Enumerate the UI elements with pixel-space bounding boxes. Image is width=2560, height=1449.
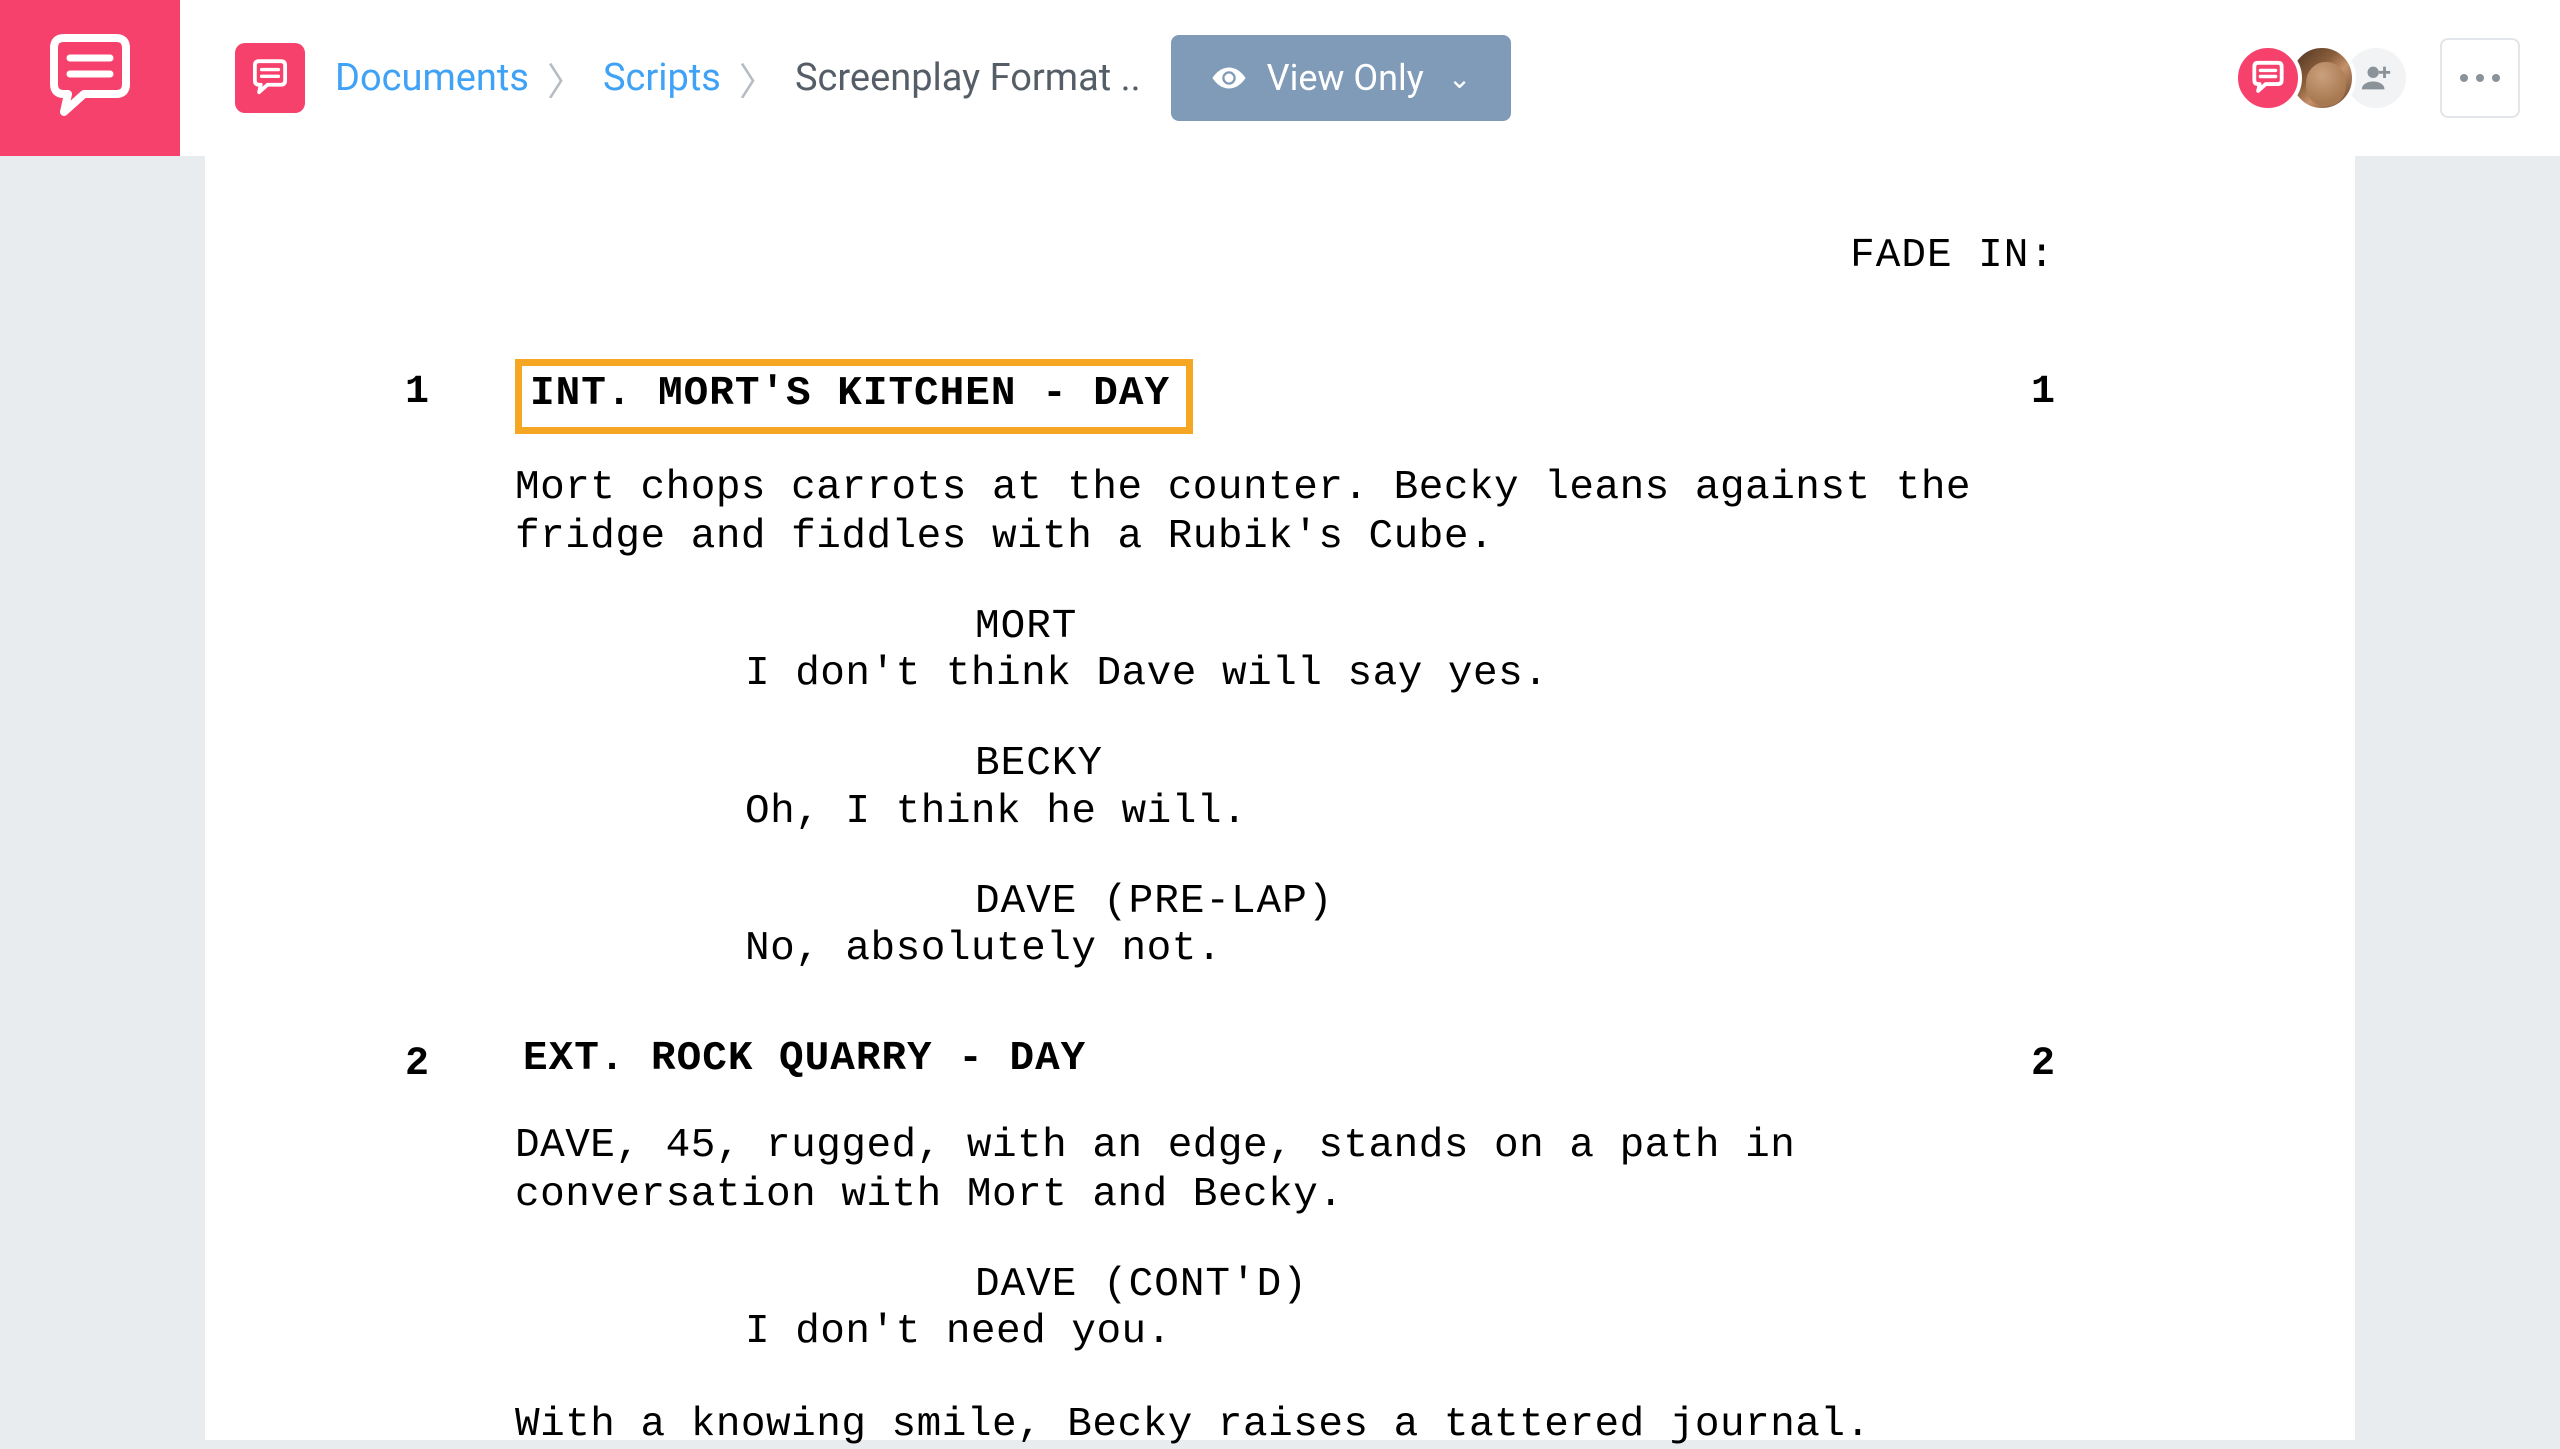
scene-heading-row: 1 INT. MORT'S KITCHEN - DAY 1 — [405, 359, 2155, 434]
chevron-right-icon: 〉 — [739, 51, 777, 106]
eye-icon — [1211, 60, 1247, 96]
view-mode-label: View Only — [1267, 57, 1424, 99]
breadcrumb-current: Screenplay Format .. — [795, 56, 1141, 100]
character-cue: DAVE (PRE-LAP) — [975, 880, 2155, 925]
action-text: Mort chops carrots at the counter. Becky… — [515, 464, 2015, 561]
dialogue-text: Oh, I think he will. — [745, 788, 1675, 836]
scene-heading-row: 2 EXT. ROCK QUARRY - DAY 2 — [405, 1031, 2155, 1092]
scene-block: 1 INT. MORT'S KITCHEN - DAY 1 Mort chops… — [405, 359, 2155, 973]
script-page: FADE IN: 1 INT. MORT'S KITCHEN - DAY 1 M… — [205, 156, 2355, 1440]
scene-heading[interactable]: EXT. ROCK QUARRY - DAY — [515, 1031, 1102, 1092]
breadcrumb: Documents 〉 Scripts 〉 Screenplay Format … — [335, 51, 1141, 106]
chevron-down-icon: ⌄ — [1448, 62, 1471, 95]
scene-number-right: 1 — [2031, 359, 2155, 415]
action-text: DAVE, 45, rugged, with an edge, stands o… — [515, 1122, 2015, 1219]
app-logo[interactable] — [0, 0, 180, 156]
more-options-button[interactable] — [2440, 38, 2520, 118]
character-cue: BECKY — [975, 742, 2155, 787]
view-mode-button[interactable]: View Only ⌄ — [1171, 35, 1512, 121]
chat-bubble-icon — [40, 28, 140, 128]
chat-bubble-icon — [249, 57, 291, 99]
chat-bubble-icon — [2249, 59, 2287, 97]
fade-in-text: FADE IN: — [405, 234, 2155, 279]
top-toolbar: Documents 〉 Scripts 〉 Screenplay Format … — [0, 0, 2560, 156]
more-horizontal-icon — [2460, 74, 2500, 82]
avatar-app — [2234, 44, 2302, 112]
character-cue: DAVE (CONT'D) — [975, 1263, 2155, 1308]
dialogue-text: No, absolutely not. — [745, 925, 1675, 973]
breadcrumb-scripts[interactable]: Scripts — [603, 56, 721, 100]
scene-number-left: 2 — [405, 1031, 515, 1087]
breadcrumb-documents[interactable]: Documents — [335, 56, 529, 100]
scene-number-right: 2 — [2031, 1031, 2155, 1087]
collaborator-avatars[interactable] — [2234, 44, 2410, 112]
scene-block: 2 EXT. ROCK QUARRY - DAY 2 DAVE, 45, rug… — [405, 1031, 2155, 1449]
dialogue-text: I don't need you. — [745, 1308, 1675, 1356]
toolbar-right — [2234, 0, 2520, 156]
document-viewport: FADE IN: 1 INT. MORT'S KITCHEN - DAY 1 M… — [0, 156, 2560, 1440]
home-button[interactable] — [235, 43, 305, 113]
action-text: With a knowing smile, Becky raises a tat… — [515, 1401, 2015, 1449]
character-cue: MORT — [975, 605, 2155, 650]
scene-number-left: 1 — [405, 359, 515, 415]
chevron-right-icon: 〉 — [547, 51, 585, 106]
add-user-icon — [2359, 61, 2393, 95]
dialogue-text: I don't think Dave will say yes. — [745, 650, 1675, 698]
scene-heading[interactable]: INT. MORT'S KITCHEN - DAY — [515, 359, 1193, 434]
